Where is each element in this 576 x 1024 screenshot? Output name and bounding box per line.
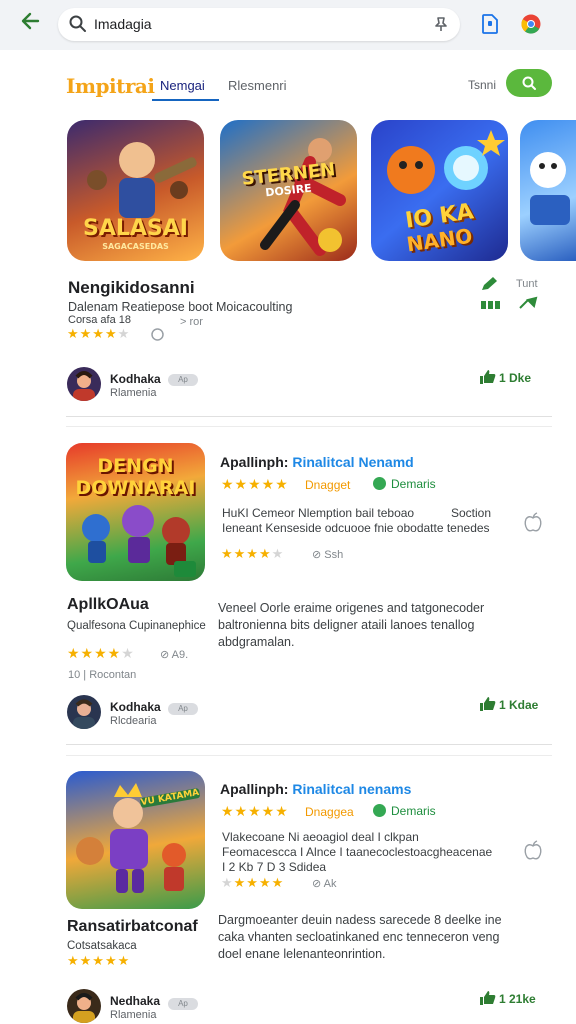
developer-name[interactable]: Kodhaka [110,372,161,386]
developer-name[interactable]: Nedhaka [110,994,160,1008]
card-app-sub: Rinalitcal Nenamd [292,454,414,470]
card-tag-orange[interactable]: Dnagget [305,478,350,492]
developer-sub: Rlamenia [110,387,157,399]
card-long-desc: Dargmoeanter deuin nadess sarecede 8 dee… [218,913,502,961]
search-person-icon [522,76,536,90]
card-app-sub: Rinalitcal nenams [292,781,412,797]
card-rating-stars-large: ★★★★★ [67,953,131,968]
search-icon [69,15,86,32]
game-art-icon [530,152,570,225]
avatar[interactable] [67,367,101,401]
apple-icon[interactable] [522,840,544,862]
app-icon-image[interactable]: VU KATAMA [66,771,205,909]
thumbs-up-icon [480,697,496,711]
developer-badge: Ap [168,998,198,1010]
card-app-name: Apallinph: [220,454,289,470]
active-tab-indicator [152,99,219,101]
like-count-text: 1 Kdae [499,698,539,712]
featured-rating-stars: ★★★★★ [67,326,131,341]
like-count-text: 1 Dke [499,371,532,385]
card-rating-extra2: ⊘ A9. [160,649,189,661]
featured-tile-4[interactable] [520,120,576,261]
like-count[interactable]: 1 21ke [480,991,536,1006]
card-sub-label: Cotsatsakaca [67,940,137,952]
card-desc-line: Ieneant Kenseside odcuooe fnie obodatte … [222,521,490,535]
back-arrow-icon[interactable] [16,10,44,38]
card-rating-stars-large: ★★★★★ [67,645,135,661]
divider [66,426,552,427]
chrome-logo-icon[interactable] [520,13,542,35]
featured-description: Dalenam Reatiepose boot Moicacoulting [68,300,293,314]
card-desc-line: I 2 Kb 7 D 3 Sdidea [222,860,327,874]
tab-rlesmenri[interactable]: Rlesmenri [228,78,287,93]
card-desc-line: Feomacescca I Alnce I taanecoclestoacghe… [222,845,493,859]
developer-badge: Ap [168,703,198,715]
divider [66,416,552,417]
bars-icon [481,301,500,309]
card-rating-extra: ⊘ Ak [312,878,337,890]
divider [66,744,552,745]
thumbs-up-icon [480,991,496,1005]
card-rating-stars-small: ★★★★★ [221,875,285,890]
top-bar: Imadagia [0,0,576,50]
card-image-title: DENGN DOWNARAI [75,455,196,499]
card-long-desc: Veneel Oorle eraime origenes and tatgone… [218,601,485,649]
pen-icon[interactable] [480,276,498,292]
featured-tile-2[interactable]: STERNEN DOSIRE [220,120,357,261]
like-count[interactable]: 1 Kdae [480,697,538,712]
avatar[interactable] [67,989,101,1023]
featured-meta: Corsa afa 18 [68,314,131,326]
check-icon [373,477,386,490]
share-icon[interactable] [518,296,538,310]
tab-right-label[interactable]: Tsnni [468,78,496,92]
developer-badge: Ap [168,374,198,386]
bookmark-shield-icon[interactable] [480,13,500,35]
developer-sub: Rlamenia [110,1009,157,1021]
card-big-title[interactable]: Ransatirbatconaf [67,918,198,936]
card-rating-stars: ★★★★★ [221,803,289,819]
card-count-label: 10 | Rocontan [68,669,137,681]
card-desc-right: Soction [451,506,492,520]
card-rating-stars-small: ★★★★★ [221,546,285,561]
card-rating-stars: ★★★★★ [221,476,289,492]
card-tag-green[interactable]: Demaris [373,804,436,818]
card-app-name: Apallinph: [220,781,289,797]
card-tag-green[interactable]: Demaris [373,477,436,491]
tab-nemgai[interactable]: Nemgai [160,78,205,93]
search-input[interactable]: Imadagia [94,16,152,32]
card-tag-orange[interactable]: Dnaggea [305,805,354,819]
featured-tile-3[interactable]: IO KA NANO [371,120,508,261]
developer-sub: Rlcdearia [110,715,157,727]
app-icon-image[interactable]: DENGN DOWNARAI [66,443,205,581]
info-icon[interactable] [151,328,164,341]
featured-meta-extra: > ror [180,316,203,328]
check-icon [373,804,386,817]
divider [66,755,552,756]
apple-icon[interactable] [522,512,544,534]
search-bar[interactable]: Imadagia [58,8,460,41]
like-count[interactable]: 1 Dke [480,370,531,385]
featured-tile-1[interactable]: SALASAI SAGACASEDAS [67,120,204,261]
card-desc-line: HuKI Cemeor Nlemption bail teboao [222,506,415,520]
featured-heading: Nengikidosanni [68,278,195,297]
card-title[interactable]: Apallinph: Rinalitcal Nenamd [220,454,414,470]
developer-name[interactable]: Kodhaka [110,700,161,714]
tile-title: SALASAI [83,216,188,241]
card-big-title[interactable]: ApllkOAua [67,596,149,614]
profile-button[interactable] [506,69,552,97]
featured-right-label: Tunt [516,278,538,290]
tile-subtitle: SAGACASEDAS [102,242,169,251]
card-desc-line: Vlakecoane Ni aeoagiol deal I clkpan [222,830,419,844]
like-count-text: 1 21ke [499,992,536,1006]
brand-logo[interactable]: Impitrai [66,74,155,98]
card-sub-label: Qualfesona Cupinanephice [67,620,206,632]
card-rating-extra: ⊘ Ssh [312,549,344,561]
card-title[interactable]: Apallinph: Rinalitcal nenams [220,781,411,797]
avatar[interactable] [67,695,101,729]
thumbs-up-icon [480,370,496,384]
pin-icon[interactable] [432,15,450,33]
